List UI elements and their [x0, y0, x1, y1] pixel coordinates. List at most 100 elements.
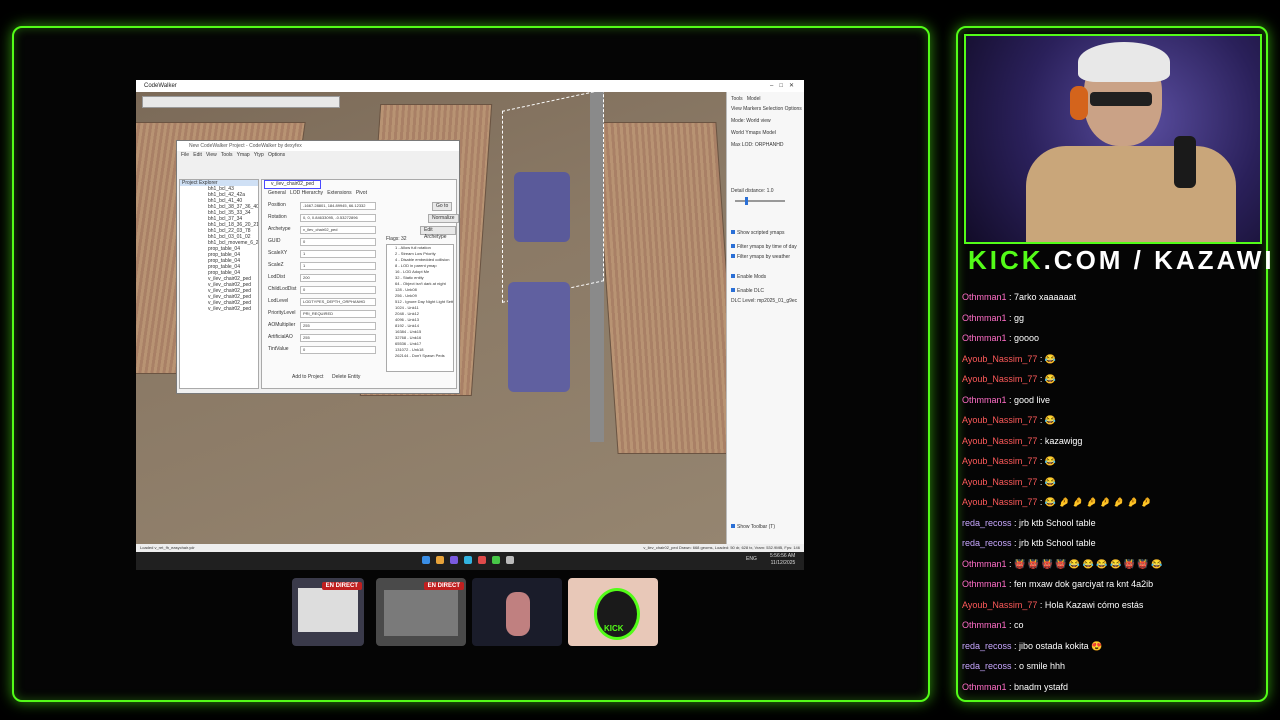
- field-input[interactable]: 0: [300, 346, 376, 354]
- tab-view[interactable]: View: [731, 106, 742, 112]
- chair-selected[interactable]: [514, 172, 570, 242]
- entity-properties[interactable]: v_ilev_chair02_ped General LOD Hierarchy…: [261, 179, 459, 389]
- chat-username[interactable]: Othmman1: [962, 313, 1007, 323]
- field-input[interactable]: v_ilev_chair02_ped: [300, 226, 376, 234]
- file-tab[interactable]: v_ilev_chair02_ped: [264, 180, 322, 189]
- slider-thumb[interactable]: [745, 197, 748, 205]
- dlc-select[interactable]: mp2025_01_g9ec: [757, 298, 797, 304]
- app-icon[interactable]: [478, 556, 486, 564]
- app-icon[interactable]: [492, 556, 500, 564]
- checkbox-mods[interactable]: Enable Mods: [731, 274, 766, 281]
- chat-username[interactable]: Othmman1: [962, 579, 1007, 589]
- chair[interactable]: [508, 282, 570, 392]
- checkbox-dlc[interactable]: Enable DLC: [731, 288, 764, 295]
- project-window[interactable]: New CodeWalker Project - CodeWalker by d…: [176, 140, 460, 394]
- preview-thumbnail-1[interactable]: EN DIRECT: [292, 578, 364, 646]
- field-input[interactable]: LODTYPES_DEPTH_ORPHANHD: [300, 298, 376, 306]
- chat-username[interactable]: Othmman1: [962, 292, 1007, 302]
- chat-username[interactable]: Othmman1: [962, 333, 1007, 343]
- chat-username[interactable]: Ayoub_Nassim_77: [962, 477, 1037, 487]
- windows-taskbar[interactable]: ENG 5:56:56 AM 11/12/2025: [136, 552, 804, 570]
- preview-thumbnail-4[interactable]: KICK: [568, 578, 658, 646]
- chat-username[interactable]: reda_recoss: [962, 538, 1012, 548]
- menu-file[interactable]: File: [181, 152, 189, 158]
- field-input[interactable]: 255: [300, 334, 376, 342]
- chat-username[interactable]: Othmman1: [962, 395, 1007, 405]
- chat-username[interactable]: reda_recoss: [962, 518, 1012, 528]
- preview-thumbnail-3[interactable]: [472, 578, 562, 646]
- maxlod-row[interactable]: Max LOD: ORPHANHD: [731, 142, 784, 149]
- chat-username[interactable]: Ayoub_Nassim_77: [962, 456, 1037, 466]
- start-icon[interactable]: [422, 556, 430, 564]
- chat-username[interactable]: Ayoub_Nassim_77: [962, 415, 1037, 425]
- field-input[interactable]: 1: [300, 262, 376, 270]
- explorer-item[interactable]: v_ilev_chair02_ped: [180, 306, 258, 312]
- codewalker-toolbar[interactable]: [142, 96, 340, 108]
- tab-options[interactable]: Options: [785, 106, 802, 112]
- tab-lod-hierarchy[interactable]: LOD Hierarchy: [290, 190, 323, 196]
- field-input[interactable]: 255: [300, 322, 376, 330]
- chat-username[interactable]: reda_recoss: [962, 661, 1012, 671]
- codewalker-side-panel[interactable]: Tools Model View Markers Selection Optio…: [726, 92, 804, 544]
- chat-username[interactable]: Ayoub_Nassim_77: [962, 374, 1037, 384]
- project-explorer[interactable]: Project Explorer bh1_bcl_43 bh1_bcl_42_42…: [179, 179, 259, 389]
- goto-button[interactable]: Go to: [432, 202, 453, 211]
- chat-username[interactable]: Ayoub_Nassim_77: [962, 497, 1037, 507]
- chat-username[interactable]: Ayoub_Nassim_77: [962, 436, 1037, 446]
- preview-thumbnail-2[interactable]: EN DIRECT: [376, 578, 466, 646]
- chat-username[interactable]: Othmman1: [962, 620, 1007, 630]
- menu-tools[interactable]: Tools: [221, 152, 233, 158]
- field-input[interactable]: 200: [300, 274, 376, 282]
- menu-options[interactable]: Options: [268, 152, 285, 158]
- chat-username[interactable]: reda_recoss: [962, 641, 1012, 651]
- explorer-icon[interactable]: [436, 556, 444, 564]
- flags-list[interactable]: 1 - Allow full rotation 2 - Stream Low Pr…: [386, 244, 454, 372]
- field-input[interactable]: -1667.28801, 184.89945, 66.12332: [300, 202, 376, 210]
- language-indicator[interactable]: ENG: [746, 556, 757, 562]
- checkbox-scripted[interactable]: Show scripted ymaps: [731, 230, 785, 237]
- chat-username[interactable]: Ayoub_Nassim_77: [962, 600, 1037, 610]
- mode-row[interactable]: Mode: World view: [731, 118, 771, 125]
- window-controls[interactable]: –□✕: [770, 80, 800, 92]
- dlc-row[interactable]: DLC Level: mp2025_01_g9ec: [731, 298, 797, 305]
- tab-pivot[interactable]: Pivot: [356, 190, 367, 196]
- panel-tabs[interactable]: View Markers Selection Options: [731, 106, 802, 113]
- edit-archetype-button[interactable]: Edit Archetype: [420, 226, 456, 240]
- checkbox-toolbar[interactable]: Show Toolbar (T): [731, 524, 775, 531]
- panel-top-tabs[interactable]: Tools Model: [731, 96, 760, 103]
- add-to-project-button[interactable]: Add to Project: [292, 374, 323, 381]
- chat-username[interactable]: Othmman1: [962, 559, 1007, 569]
- flag-item[interactable]: 262144 - Don't Spawn Peds: [387, 353, 453, 359]
- model-tab[interactable]: Model: [747, 96, 761, 102]
- checkbox-time[interactable]: Filter ymaps by time of day: [731, 244, 797, 251]
- menu-ymap[interactable]: Ymap: [237, 152, 250, 158]
- 3d-viewport[interactable]: New CodeWalker Project - CodeWalker by d…: [136, 92, 726, 544]
- props-tabs[interactable]: General LOD Hierarchy Extensions Pivot: [268, 190, 367, 197]
- clock[interactable]: 5:56:56 AM 11/12/2025: [770, 553, 795, 567]
- tab-selection[interactable]: Selection: [763, 106, 784, 112]
- browser-icon[interactable]: [464, 556, 472, 564]
- checkbox-weather[interactable]: Filter ymaps by weather: [731, 254, 790, 261]
- delete-entity-button[interactable]: Delete Entity: [332, 374, 360, 381]
- menu-ytyp[interactable]: Ytyp: [254, 152, 264, 158]
- field-input[interactable]: 1: [300, 250, 376, 258]
- tab-extensions[interactable]: Extensions: [327, 190, 351, 196]
- world-subtabs[interactable]: World Ymaps Model: [731, 130, 776, 137]
- field-input[interactable]: PRI_REQUIRED: [300, 310, 376, 318]
- detail-slider[interactable]: [735, 197, 785, 205]
- chat-username[interactable]: Othmman1: [962, 682, 1007, 692]
- menu-edit[interactable]: Edit: [193, 152, 202, 158]
- normalize-button[interactable]: Normalize: [428, 214, 459, 223]
- menu-view[interactable]: View: [206, 152, 217, 158]
- field-input[interactable]: 0: [300, 238, 376, 246]
- app-icon[interactable]: [506, 556, 514, 564]
- field-input[interactable]: 0: [300, 286, 376, 294]
- mode-select[interactable]: World view: [746, 118, 770, 124]
- chat-username[interactable]: Ayoub_Nassim_77: [962, 354, 1037, 364]
- tab-general[interactable]: General: [268, 190, 286, 196]
- tab-markers[interactable]: Markers: [743, 106, 761, 112]
- maxlod-select[interactable]: ORPHANHD: [755, 142, 784, 148]
- project-menu-bar[interactable]: File Edit View Tools Ymap Ytyp Options: [177, 151, 459, 159]
- app-icon[interactable]: [450, 556, 458, 564]
- tools-tab[interactable]: Tools: [731, 96, 743, 102]
